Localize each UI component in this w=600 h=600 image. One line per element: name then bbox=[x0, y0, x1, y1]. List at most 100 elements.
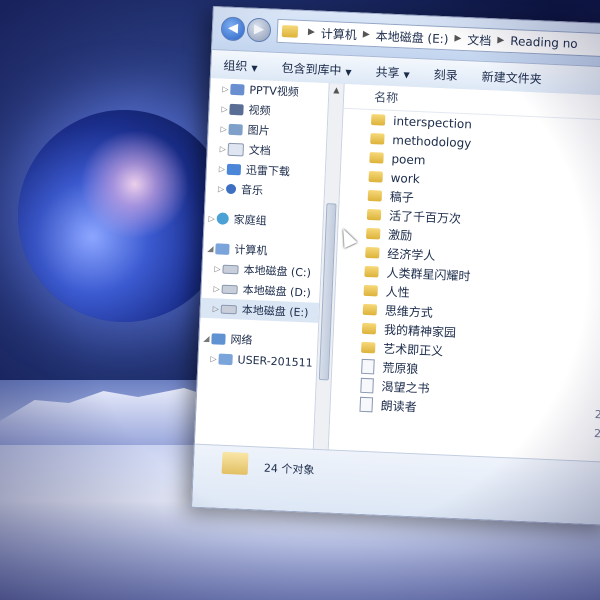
organize-button[interactable]: 组织 ▼ bbox=[211, 55, 270, 75]
file-name: 经济学人 bbox=[387, 246, 436, 263]
folder-icon bbox=[365, 246, 380, 259]
nav-item-label: 家庭组 bbox=[233, 213, 267, 228]
chevron-down-icon: ▼ bbox=[403, 69, 410, 80]
expand-icon[interactable]: ▷ bbox=[211, 304, 221, 313]
file-date: 2016/ bbox=[594, 408, 600, 423]
file-name: 艺术即正义 bbox=[382, 341, 444, 359]
folder-icon bbox=[361, 322, 377, 335]
expand-icon[interactable]: ▷ bbox=[218, 124, 228, 133]
folder-icon bbox=[368, 170, 383, 183]
collapse-icon[interactable]: ◢ bbox=[201, 333, 211, 342]
file-name: 激励 bbox=[387, 227, 413, 243]
chevron-down-icon: ▼ bbox=[251, 63, 258, 73]
nav-item-label: PPTV视频 bbox=[249, 83, 300, 99]
document-icon bbox=[359, 396, 374, 413]
computer-icon bbox=[215, 242, 230, 255]
breadcrumb-item[interactable]: 文档 bbox=[467, 31, 492, 49]
file-name: 朗读者 bbox=[380, 398, 418, 415]
file-name: 思维方式 bbox=[384, 303, 434, 320]
scroll-up-icon[interactable]: ▲ bbox=[330, 85, 343, 98]
collapse-icon[interactable]: ◢ bbox=[205, 243, 215, 252]
nav-item-label: 本地磁盘 (C:) bbox=[243, 263, 312, 280]
folder-icon bbox=[365, 227, 381, 240]
nav-item-label: 文档 bbox=[248, 143, 272, 158]
forward-button[interactable]: ▶ bbox=[246, 17, 272, 43]
folder-icon bbox=[366, 208, 382, 221]
expand-icon[interactable]: ▷ bbox=[212, 264, 222, 273]
document-icon bbox=[361, 358, 375, 375]
nav-item-label: 音乐 bbox=[240, 183, 264, 198]
share-button[interactable]: 共享 ▼ bbox=[363, 62, 422, 82]
expand-icon[interactable]: ▷ bbox=[208, 354, 218, 363]
video-icon bbox=[229, 103, 244, 115]
folder-icon bbox=[363, 284, 378, 297]
music-icon bbox=[225, 183, 237, 195]
nav-item-label: 视频 bbox=[248, 103, 271, 118]
file-name: 我的精神家园 bbox=[383, 322, 457, 340]
breadcrumb-item[interactable]: Reading no bbox=[510, 34, 578, 51]
expand-icon[interactable]: ▷ bbox=[211, 284, 221, 293]
new-folder-button[interactable]: 新建文件夹 bbox=[469, 67, 554, 88]
folder-icon bbox=[281, 25, 299, 38]
expand-icon[interactable]: ▷ bbox=[218, 144, 228, 153]
chevron-right-icon: ▶ bbox=[362, 29, 370, 40]
download-icon bbox=[226, 163, 242, 175]
chevron-down-icon: ▼ bbox=[345, 67, 352, 77]
folder-icon bbox=[364, 265, 379, 278]
picture-icon bbox=[228, 123, 243, 135]
file-name: methodology bbox=[392, 132, 472, 150]
breadcrumb-item[interactable]: 计算机 bbox=[320, 24, 358, 43]
drive-icon bbox=[222, 264, 239, 274]
nav-item-label: USER-201511 bbox=[237, 352, 313, 370]
explorer-window: ◀ ▶ ▶ 计算机 ▶ 本地磁盘 (E:) ▶ 文档 ▶ Reading no … bbox=[191, 6, 600, 526]
share-label: 共享 bbox=[375, 64, 400, 80]
folder-icon bbox=[370, 114, 386, 126]
file-name: interspection bbox=[392, 113, 473, 131]
folder-icon bbox=[369, 151, 384, 164]
nav-item-label: 计算机 bbox=[234, 243, 268, 258]
folder-icon bbox=[361, 341, 376, 354]
nav-item-network-pc[interactable]: ▷ USER-201511 bbox=[198, 348, 317, 373]
item-count: 24 个对象 bbox=[263, 461, 315, 477]
file-name: 活了千百万次 bbox=[388, 208, 462, 227]
nav-item-label: 迅雷下载 bbox=[245, 163, 291, 179]
expand-icon[interactable]: ▷ bbox=[217, 164, 227, 173]
expand-icon[interactable]: ▷ bbox=[220, 84, 230, 93]
folder-icon bbox=[370, 132, 385, 145]
network-icon bbox=[211, 332, 226, 345]
document-icon bbox=[227, 142, 245, 156]
library-icon bbox=[230, 83, 245, 95]
chevron-right-icon: ▶ bbox=[454, 33, 462, 44]
drive-icon bbox=[220, 304, 237, 314]
expand-icon[interactable]: ▷ bbox=[219, 104, 229, 113]
back-button[interactable]: ◀ bbox=[220, 16, 246, 42]
include-label: 包含到库中 bbox=[281, 60, 342, 78]
drive-icon bbox=[221, 284, 238, 294]
file-name: poem bbox=[391, 151, 426, 167]
nav-item-label: 网络 bbox=[230, 333, 253, 348]
file-name: work bbox=[390, 170, 421, 186]
organize-label: 组织 bbox=[223, 58, 248, 74]
file-name: 渴望之书 bbox=[381, 379, 430, 396]
folder-icon bbox=[367, 189, 383, 202]
breadcrumb-item[interactable]: 本地磁盘 (E:) bbox=[375, 27, 448, 47]
nav-item-label: 本地磁盘 (D:) bbox=[242, 283, 312, 300]
file-date: 2016/ bbox=[593, 427, 600, 442]
file-name: 荒原狼 bbox=[382, 360, 419, 377]
planet-image bbox=[18, 110, 230, 322]
computer-icon bbox=[218, 353, 233, 365]
nav-item-label: 本地磁盘 (E:) bbox=[241, 303, 309, 320]
expand-icon[interactable]: ▷ bbox=[207, 213, 217, 223]
burn-button[interactable]: 刻录 bbox=[421, 65, 470, 84]
chevron-right-icon: ▶ bbox=[307, 27, 316, 38]
file-name: 人性 bbox=[385, 284, 410, 300]
folder-icon bbox=[221, 451, 249, 475]
chevron-right-icon: ▶ bbox=[497, 35, 505, 46]
expand-icon[interactable]: ▷ bbox=[216, 184, 226, 193]
nav-item-label: 图片 bbox=[247, 123, 270, 138]
file-name: 稿子 bbox=[389, 189, 415, 205]
breadcrumb[interactable]: ▶ 计算机 ▶ 本地磁盘 (E:) ▶ 文档 ▶ Reading no bbox=[276, 18, 600, 59]
include-in-library-button[interactable]: 包含到库中 ▼ bbox=[269, 58, 364, 79]
homegroup-icon bbox=[216, 212, 229, 225]
document-icon bbox=[360, 377, 374, 394]
